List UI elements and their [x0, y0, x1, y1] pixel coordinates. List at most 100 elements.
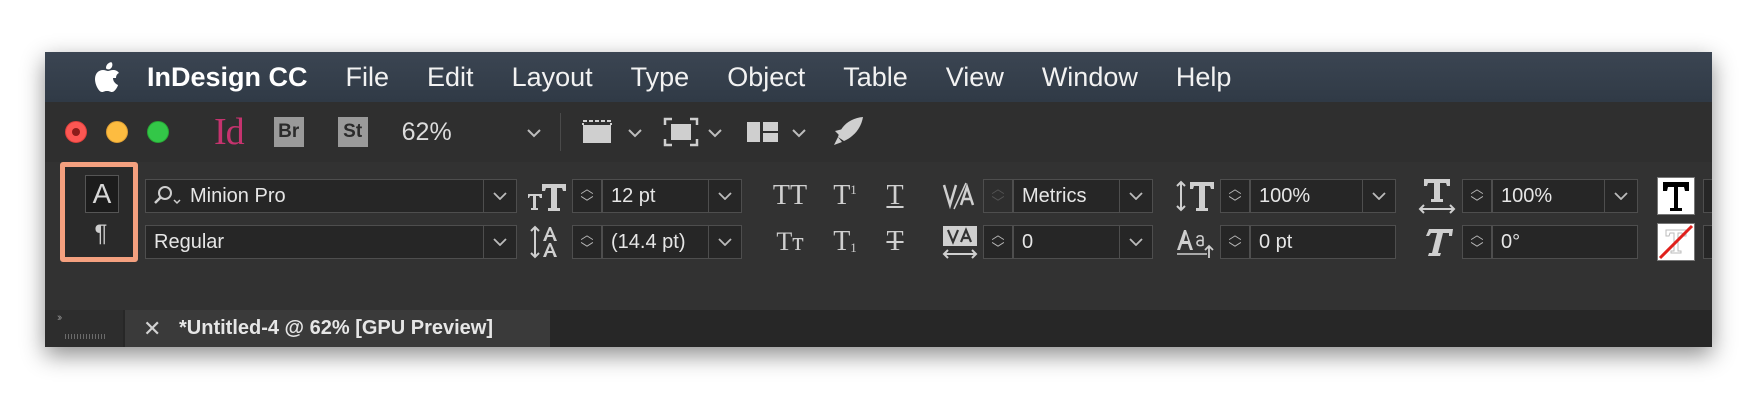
- tracking-dropdown-chevron-icon[interactable]: [1119, 226, 1152, 258]
- control-panel-menu-arrow-top[interactable]: [1703, 179, 1712, 213]
- tracking-field[interactable]: 0: [1013, 225, 1153, 259]
- minimize-window-button[interactable]: [106, 121, 128, 143]
- menu-app-name[interactable]: InDesign CC: [147, 62, 308, 93]
- menu-edit[interactable]: Edit: [427, 62, 474, 93]
- underline-button[interactable]: T: [880, 176, 910, 216]
- leading-icon: [525, 222, 569, 262]
- character-fill-swatch[interactable]: [1657, 177, 1695, 215]
- application-bar: Id Br St 62%: [45, 102, 1712, 162]
- font-size-value: 12 pt: [611, 184, 656, 207]
- kerning-field[interactable]: Metrics: [1013, 179, 1153, 213]
- skew-field[interactable]: 0°: [1492, 225, 1638, 259]
- skew-value: 0°: [1501, 230, 1521, 253]
- divider: [559, 113, 561, 151]
- font-size-stepper[interactable]: ︿ ﹀: [572, 179, 602, 213]
- menu-view[interactable]: View: [946, 62, 1004, 93]
- skew-stepper[interactable]: ︿ ﹀: [1462, 225, 1492, 259]
- baseline-shift-icon: [1173, 222, 1217, 262]
- menu-type[interactable]: Type: [631, 62, 690, 93]
- indesign-window: InDesign CC File Edit Layout Type Object…: [45, 52, 1712, 347]
- font-size-field[interactable]: 12 pt: [602, 179, 742, 213]
- screen-mode-chevron-icon[interactable]: [707, 122, 723, 143]
- subscript-button[interactable]: T1: [827, 222, 863, 262]
- character-stroke-swatch[interactable]: [1657, 223, 1695, 261]
- zoom-window-button[interactable]: [147, 121, 169, 143]
- kerning-dropdown-chevron-icon[interactable]: [1119, 180, 1152, 212]
- expand-panels-icon[interactable]: ››: [57, 312, 63, 324]
- publish-online-icon[interactable]: [831, 115, 867, 149]
- font-family-value: Minion Pro: [190, 184, 286, 207]
- horizontal-scale-value: 100%: [1501, 184, 1553, 207]
- leading-value: (14.4 pt): [611, 230, 686, 253]
- control-panel: A ¶ Minion Pro Regular ︿ ﹀ 12 pt ︿ ﹀ (14…: [45, 162, 1712, 310]
- horizontal-scale-stepper[interactable]: ︿ ﹀: [1462, 179, 1492, 213]
- menu-layout[interactable]: Layout: [512, 62, 593, 93]
- kerning-stepper[interactable]: ︿ ﹀: [983, 179, 1013, 213]
- horizontal-scale-icon: [1415, 176, 1459, 216]
- document-tab-bar: ›› ✕ *Untitled-4 @ 62% [GPU Preview]: [45, 310, 1712, 347]
- font-family-field[interactable]: Minion Pro: [145, 179, 517, 213]
- font-size-dropdown-chevron-icon[interactable]: [708, 180, 741, 212]
- leading-stepper[interactable]: ︿ ﹀: [572, 225, 602, 259]
- text-fill-icon: [1663, 182, 1689, 211]
- tools-panel-grip[interactable]: ››: [45, 310, 123, 347]
- bridge-button[interactable]: Br: [273, 117, 304, 147]
- document-tab-title: *Untitled-4 @ 62% [GPU Preview]: [179, 317, 494, 339]
- vertical-scale-stepper[interactable]: ︿ ﹀: [1220, 179, 1250, 213]
- font-size-icon: [525, 176, 569, 216]
- control-panel-menu-arrow-bottom[interactable]: [1703, 225, 1712, 259]
- zoom-level[interactable]: 62%: [402, 118, 526, 147]
- kerning-value: Metrics: [1022, 184, 1087, 207]
- skew-icon: [1415, 222, 1459, 262]
- indesign-logo: Id: [214, 111, 245, 153]
- document-tab[interactable]: ✕ *Untitled-4 @ 62% [GPU Preview]: [125, 310, 550, 347]
- arrange-documents-chevron-icon[interactable]: [791, 122, 807, 143]
- tracking-stepper[interactable]: ︿ ﹀: [983, 225, 1013, 259]
- menu-file[interactable]: File: [346, 62, 390, 93]
- vertical-scale-icon: [1173, 176, 1217, 216]
- strikethrough-button[interactable]: T: [880, 222, 910, 262]
- vertical-scale-field[interactable]: 100%: [1250, 179, 1396, 213]
- view-options-chevron-icon[interactable]: [627, 122, 643, 143]
- superscript-letter: T: [833, 180, 851, 211]
- view-options-icon[interactable]: [579, 117, 619, 147]
- all-caps-button[interactable]: TT: [769, 176, 811, 216]
- stock-button[interactable]: St: [337, 117, 368, 147]
- arrange-documents-icon[interactable]: [745, 118, 781, 146]
- close-document-icon[interactable]: ✕: [143, 316, 167, 342]
- vertical-scale-dropdown-chevron-icon[interactable]: [1362, 180, 1395, 212]
- text-stroke-none-icon: [1658, 224, 1694, 260]
- kerning-icon: [940, 176, 980, 216]
- menu-window[interactable]: Window: [1042, 62, 1138, 93]
- leading-dropdown-chevron-icon[interactable]: [708, 226, 741, 258]
- formatting-mode-toggle: A ¶: [60, 162, 138, 262]
- baseline-shift-value: 0 pt: [1259, 230, 1293, 253]
- character-formatting-controls-button[interactable]: A: [85, 175, 119, 213]
- menu-bar: InDesign CC File Edit Layout Type Object…: [45, 52, 1712, 102]
- font-style-dropdown-chevron-icon[interactable]: [483, 226, 516, 258]
- horizontal-scale-field[interactable]: 100%: [1492, 179, 1638, 213]
- zoom-dropdown-chevron-icon[interactable]: [526, 122, 542, 143]
- menu-table[interactable]: Table: [843, 62, 908, 93]
- font-search-icon[interactable]: [146, 184, 182, 208]
- menu-help[interactable]: Help: [1176, 62, 1232, 93]
- subscript-letter: T: [833, 226, 851, 257]
- baseline-shift-stepper[interactable]: ︿ ﹀: [1220, 225, 1250, 259]
- font-style-value: Regular: [154, 230, 225, 253]
- leading-field[interactable]: (14.4 pt): [602, 225, 742, 259]
- paragraph-formatting-controls-button[interactable]: ¶: [85, 219, 117, 249]
- font-style-field[interactable]: Regular: [145, 225, 517, 259]
- superscript-button[interactable]: T1: [827, 176, 863, 216]
- screen-mode-icon[interactable]: [663, 117, 699, 147]
- vertical-scale-value: 100%: [1259, 184, 1311, 207]
- font-family-dropdown-chevron-icon[interactable]: [483, 180, 516, 212]
- close-window-button[interactable]: [65, 121, 87, 143]
- baseline-shift-field[interactable]: 0 pt: [1250, 225, 1396, 259]
- subscript-mark: 1: [850, 240, 857, 255]
- apple-icon[interactable]: [87, 61, 127, 93]
- small-caps-button[interactable]: Tт: [769, 222, 811, 262]
- tracking-icon: [940, 222, 980, 262]
- menu-object[interactable]: Object: [727, 62, 805, 93]
- horizontal-scale-dropdown-chevron-icon[interactable]: [1604, 180, 1637, 212]
- grip-handle-icon[interactable]: [65, 334, 105, 339]
